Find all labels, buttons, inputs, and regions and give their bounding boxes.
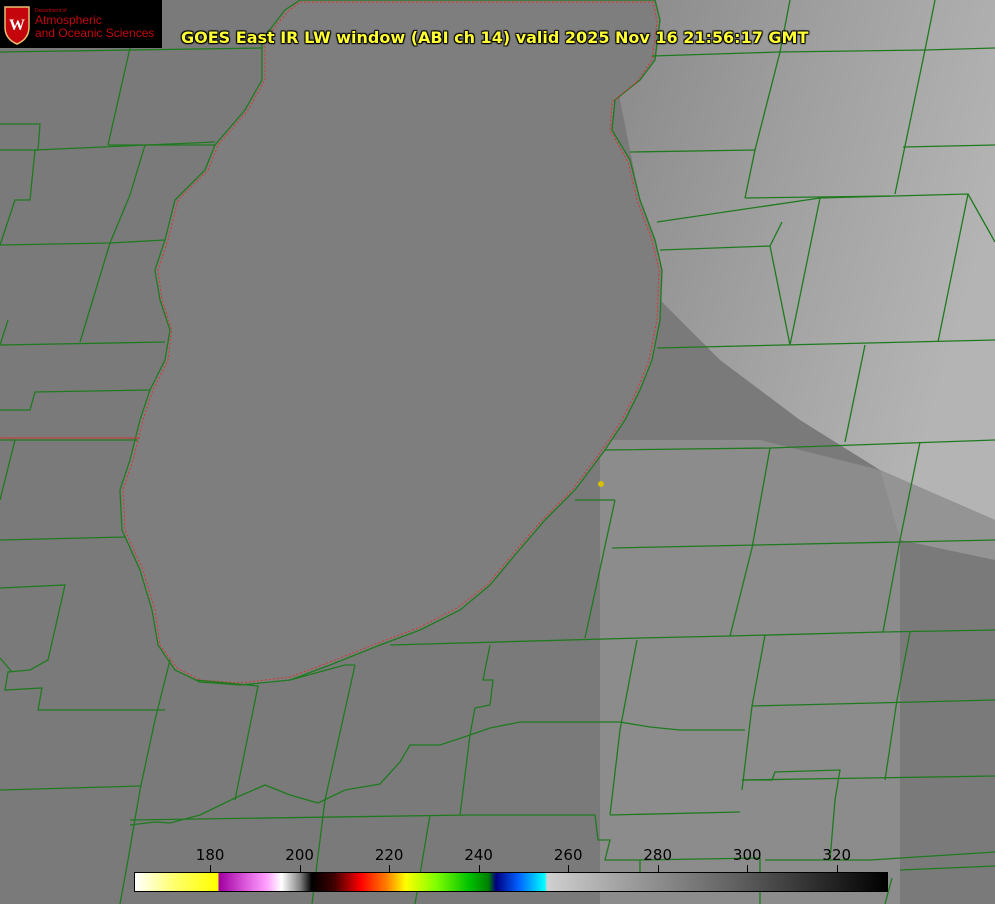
uw-aos-logo: W Department of Atmospheric and Oceanic … bbox=[0, 0, 162, 48]
colorbar-tick-label: 320 bbox=[822, 846, 852, 864]
colorbar-tick-mark bbox=[568, 865, 570, 872]
image-title: GOES East IR LW window (ABI ch 14) valid… bbox=[181, 28, 809, 47]
station-marker bbox=[598, 481, 604, 487]
colorbar-tick-mark bbox=[389, 865, 391, 872]
colorbar-tick-mark bbox=[836, 865, 838, 872]
colorbar-tick-label: 300 bbox=[732, 846, 762, 864]
colorbar-tick-mark bbox=[210, 865, 212, 872]
uw-crest-icon: W bbox=[4, 6, 30, 45]
satellite-map bbox=[0, 0, 995, 904]
colorbar-tick-label: 280 bbox=[643, 846, 673, 864]
colorbar-tick-mark bbox=[747, 865, 749, 872]
colorbar-tick-label: 180 bbox=[195, 846, 225, 864]
colorbar-tick-label: 200 bbox=[285, 846, 314, 864]
colorbar-tick-mark bbox=[299, 865, 301, 872]
colorbar-ticks: 180 200 220 240 260 280 300 320 bbox=[134, 846, 886, 872]
land-southeast bbox=[600, 440, 900, 904]
colorbar-tick-mark bbox=[478, 865, 480, 872]
colorbar-tick-label: 220 bbox=[374, 846, 404, 864]
colorbar-tick-label: 240 bbox=[464, 846, 493, 864]
temperature-colorbar bbox=[134, 872, 888, 892]
logo-line2: and Oceanic Sciences bbox=[35, 26, 155, 40]
colorbar-tick-mark bbox=[657, 865, 659, 872]
colorbar-tick-label: 260 bbox=[553, 846, 583, 864]
svg-text:W: W bbox=[9, 17, 25, 34]
